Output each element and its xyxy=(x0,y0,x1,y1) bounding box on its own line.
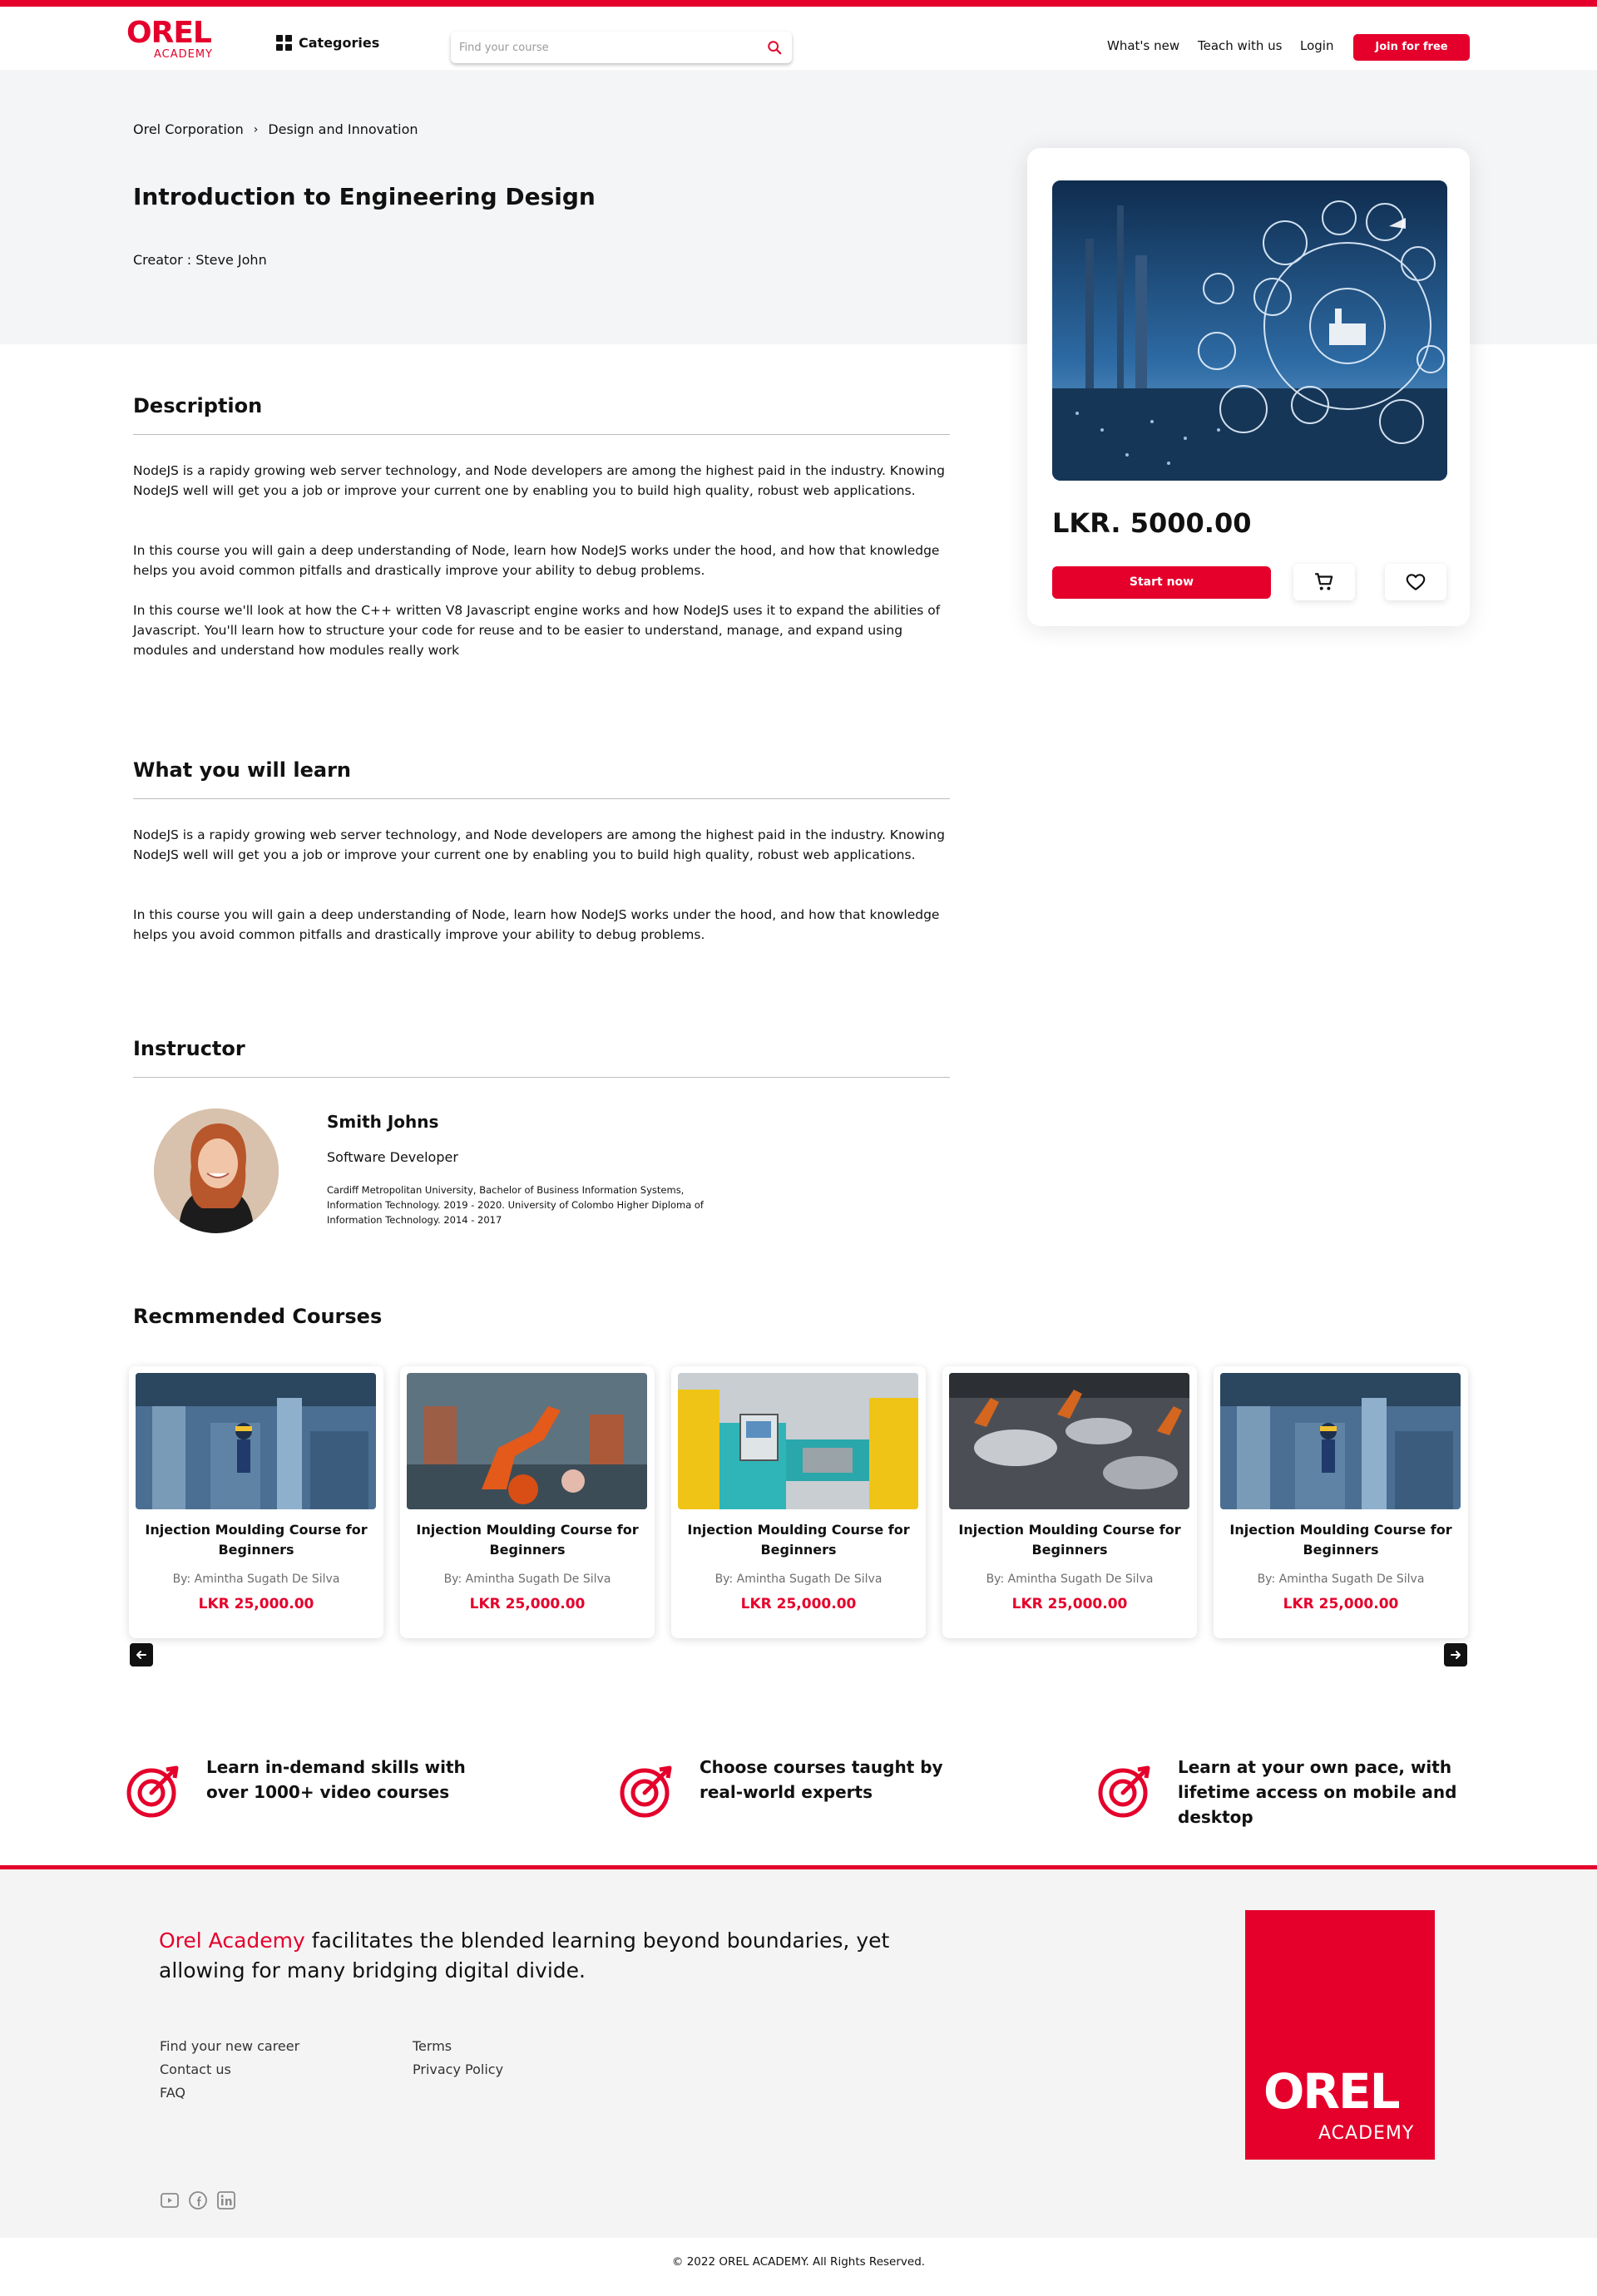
categories-button[interactable]: Categories xyxy=(276,35,379,51)
footer-logo: OREL ACADEMY xyxy=(1245,1910,1435,2160)
feature-item: Choose courses taught by real-world expe… xyxy=(618,1755,982,1820)
footer-brand: Orel Academy xyxy=(159,1928,305,1953)
course-thumbnail xyxy=(1220,1373,1461,1509)
feature-item: Learn at your own pace, with lifetime ac… xyxy=(1096,1755,1461,1829)
top-accent-bar xyxy=(0,0,1597,7)
nav-link-teach[interactable]: Teach with us xyxy=(1198,38,1282,53)
page-title: Introduction to Engineering Design xyxy=(133,183,596,210)
categories-label: Categories xyxy=(299,35,380,51)
course-title: Injection Moulding Course for Beginners xyxy=(1229,1522,1452,1558)
search-input[interactable] xyxy=(451,32,750,63)
learn-paragraph: In this course you will gain a deep unde… xyxy=(133,907,940,942)
footer-link-contact[interactable]: Contact us xyxy=(160,2061,231,2077)
course-card[interactable]: Injection Moulding Course for Beginners … xyxy=(129,1366,383,1638)
course-card[interactable]: Injection Moulding Course for Beginners … xyxy=(942,1366,1197,1638)
footer-tagline: Orel Academy facilitates the blended lea… xyxy=(159,1926,907,1986)
youtube-icon[interactable] xyxy=(160,2190,180,2210)
course-thumbnail xyxy=(136,1373,376,1509)
footer-link-faq[interactable]: FAQ xyxy=(160,2085,185,2101)
course-price: LKR 25,000.00 xyxy=(1283,1596,1399,1612)
course-title: Injection Moulding Course for Beginners xyxy=(145,1522,368,1558)
description-heading: Description xyxy=(133,394,263,417)
instructor-heading: Instructor xyxy=(133,1037,245,1060)
wishlist-button[interactable] xyxy=(1385,564,1446,600)
carousel-next-button[interactable] xyxy=(1444,1643,1467,1666)
logo-subtitle: ACADEMY xyxy=(153,48,213,61)
course-author: By: Amintha Sugath De Silva xyxy=(714,1573,883,1586)
course-price: LKR. 5000.00 xyxy=(1052,507,1252,539)
copyright: © 2022 OREL ACADEMY. All Rights Reserved… xyxy=(671,2255,926,2269)
target-icon xyxy=(620,1765,672,1818)
search-icon[interactable] xyxy=(767,40,782,55)
footer-logo-wordmark: OREL xyxy=(1263,2063,1401,2120)
nav-link-whats-new[interactable]: What's new xyxy=(1107,38,1179,53)
learn-heading: What you will learn xyxy=(133,758,351,782)
arrow-left-icon xyxy=(136,1651,146,1659)
orel-logo[interactable]: OREL ACADEMY xyxy=(126,18,218,68)
add-to-cart-button[interactable] xyxy=(1293,564,1355,600)
instructor-role: Software Developer xyxy=(327,1149,458,1165)
course-card[interactable]: Injection Moulding Course for Beginners … xyxy=(1214,1366,1468,1638)
footer-logo-subtitle: ACADEMY xyxy=(1318,2123,1415,2144)
divider xyxy=(133,434,950,435)
target-icon xyxy=(1098,1765,1150,1818)
top-nav: OREL ACADEMY Categories What's new Teach… xyxy=(0,7,1597,70)
breadcrumb-item[interactable]: Design and Innovation xyxy=(268,121,418,137)
course-title: Injection Moulding Course for Beginners xyxy=(958,1522,1181,1558)
facebook-icon[interactable] xyxy=(188,2190,208,2210)
feature-text: Choose courses taught by real-world expe… xyxy=(700,1757,943,1802)
logo-wordmark: OREL xyxy=(126,16,212,50)
divider xyxy=(133,1077,950,1078)
carousel-prev-button[interactable] xyxy=(130,1643,153,1666)
nav-link-login[interactable]: Login xyxy=(1300,38,1333,53)
course-card[interactable]: Injection Moulding Course for Beginners … xyxy=(671,1366,926,1638)
course-thumbnail xyxy=(678,1373,918,1509)
purchase-card: LKR. 5000.00 Start now xyxy=(1027,148,1470,626)
instructor-avatar xyxy=(154,1108,279,1233)
learn-paragraph: NodeJS is a rapidy growing web server te… xyxy=(133,827,945,862)
course-price: LKR 25,000.00 xyxy=(198,1596,314,1612)
course-title: Injection Moulding Course for Beginners xyxy=(416,1522,639,1558)
footer-link-privacy[interactable]: Privacy Policy xyxy=(413,2061,503,2077)
arrow-right-icon xyxy=(1451,1651,1461,1659)
footer-link-career[interactable]: Find your new career xyxy=(160,2038,299,2054)
course-thumbnail xyxy=(949,1373,1189,1509)
search-box xyxy=(451,32,792,63)
course-card[interactable]: Injection Moulding Course for Beginners … xyxy=(400,1366,655,1638)
course-author: By: Amintha Sugath De Silva xyxy=(172,1573,340,1586)
course-creator: Creator : Steve John xyxy=(133,252,267,268)
description-paragraph: NodeJS is a rapidy growing web server te… xyxy=(133,463,945,498)
course-author: By: Amintha Sugath De Silva xyxy=(986,1573,1154,1586)
divider xyxy=(133,798,950,799)
course-price: LKR 25,000.00 xyxy=(1011,1596,1128,1612)
course-author: By: Amintha Sugath De Silva xyxy=(1257,1573,1425,1586)
description-paragraph: In this course you will gain a deep unde… xyxy=(133,543,940,578)
breadcrumb-item[interactable]: Orel Corporation xyxy=(133,121,244,137)
grid-icon xyxy=(276,35,292,51)
feature-text: Learn in-demand skills with over 1000+ v… xyxy=(206,1757,466,1802)
instructor-bio: Cardiff Metropolitan University, Bachelo… xyxy=(327,1184,704,1226)
course-price: LKR 25,000.00 xyxy=(740,1596,857,1612)
footer-link-terms[interactable]: Terms xyxy=(413,2038,452,2054)
join-button[interactable]: Join for free xyxy=(1353,34,1470,61)
cart-icon xyxy=(1315,573,1333,590)
description-paragraph: In this course we'll look at how the C++… xyxy=(133,603,941,658)
course-title: Injection Moulding Course for Beginners xyxy=(687,1522,910,1558)
instructor-name: Smith Johns xyxy=(327,1112,439,1132)
feature-item: Learn in-demand skills with over 1000+ v… xyxy=(125,1755,489,1820)
recommended-heading: Recmmended Courses xyxy=(133,1305,383,1328)
course-author: By: Amintha Sugath De Silva xyxy=(443,1573,611,1586)
chevron-right-icon: › xyxy=(253,122,259,136)
linkedin-icon[interactable] xyxy=(216,2190,236,2210)
breadcrumb: Orel Corporation › Design and Innovation xyxy=(133,121,418,137)
course-thumbnail xyxy=(407,1373,647,1509)
course-cover-image xyxy=(1052,180,1447,481)
course-price: LKR 25,000.00 xyxy=(469,1596,586,1612)
heart-icon xyxy=(1406,574,1426,590)
target-icon xyxy=(126,1765,179,1818)
feature-text: Learn at your own pace, with lifetime ac… xyxy=(1178,1757,1457,1827)
start-now-button[interactable]: Start now xyxy=(1052,566,1271,599)
